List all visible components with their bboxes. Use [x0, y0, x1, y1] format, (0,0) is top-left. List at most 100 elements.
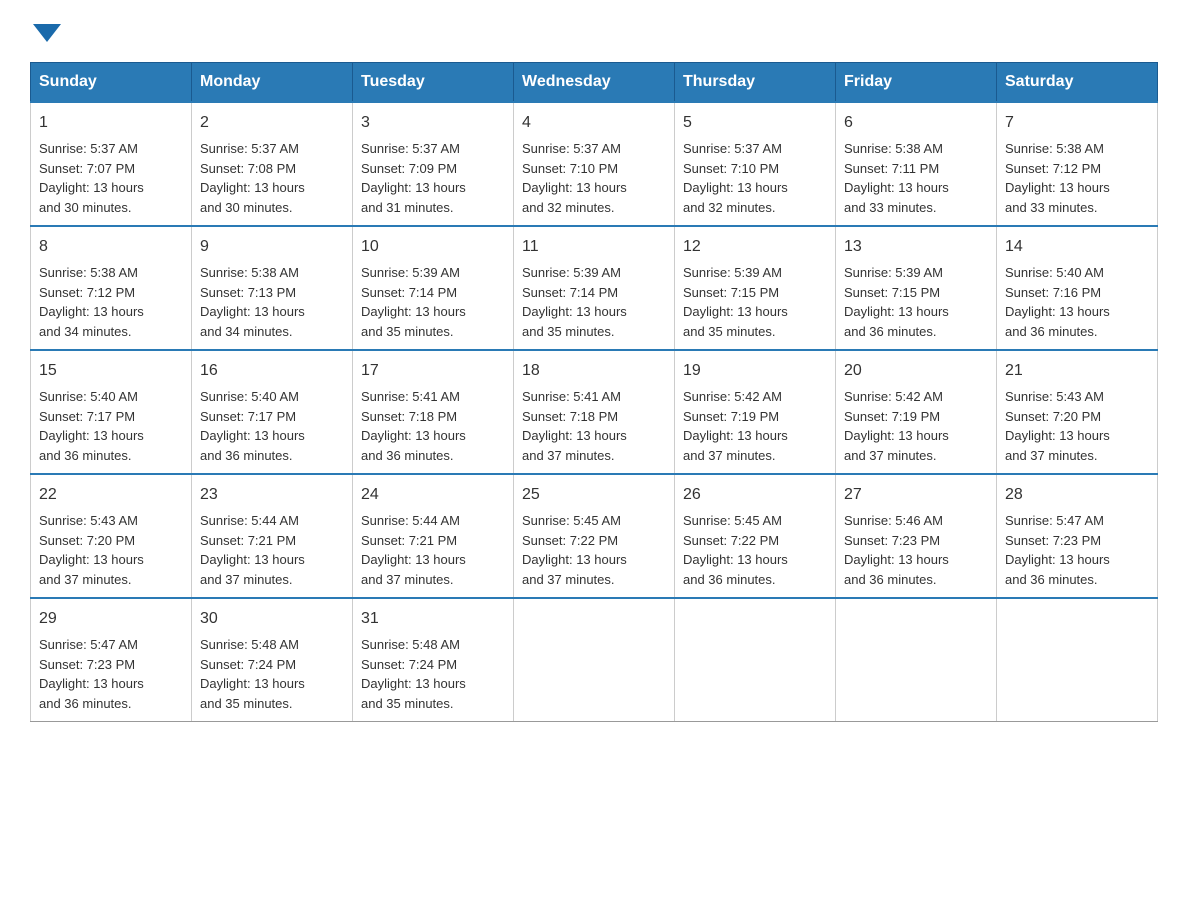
calendar-cell: 22Sunrise: 5:43 AMSunset: 7:20 PMDayligh… [31, 474, 192, 598]
calendar-cell: 27Sunrise: 5:46 AMSunset: 7:23 PMDayligh… [836, 474, 997, 598]
col-header-saturday: Saturday [997, 63, 1158, 103]
daylight-minutes: and 37 minutes. [39, 572, 132, 587]
calendar-cell: 29Sunrise: 5:47 AMSunset: 7:23 PMDayligh… [31, 598, 192, 722]
calendar-cell: 16Sunrise: 5:40 AMSunset: 7:17 PMDayligh… [192, 350, 353, 474]
sunset-label: Sunset: 7:22 PM [522, 533, 618, 548]
sunrise-label: Sunrise: 5:37 AM [683, 141, 782, 156]
sunrise-label: Sunrise: 5:38 AM [39, 265, 138, 280]
sunrise-label: Sunrise: 5:40 AM [1005, 265, 1104, 280]
calendar-cell: 3Sunrise: 5:37 AMSunset: 7:09 PMDaylight… [353, 102, 514, 226]
sunrise-label: Sunrise: 5:48 AM [361, 637, 460, 652]
daylight-minutes: and 35 minutes. [361, 324, 454, 339]
calendar-cell: 25Sunrise: 5:45 AMSunset: 7:22 PMDayligh… [514, 474, 675, 598]
calendar-cell: 31Sunrise: 5:48 AMSunset: 7:24 PMDayligh… [353, 598, 514, 722]
day-number: 16 [200, 359, 344, 383]
daylight-label: Daylight: 13 hours [683, 428, 788, 443]
sunrise-label: Sunrise: 5:40 AM [39, 389, 138, 404]
sunrise-label: Sunrise: 5:47 AM [39, 637, 138, 652]
calendar-cell: 4Sunrise: 5:37 AMSunset: 7:10 PMDaylight… [514, 102, 675, 226]
daylight-minutes: and 32 minutes. [683, 200, 776, 215]
daylight-minutes: and 37 minutes. [522, 448, 615, 463]
sunset-label: Sunset: 7:15 PM [683, 285, 779, 300]
calendar-header-row: SundayMondayTuesdayWednesdayThursdayFrid… [31, 63, 1158, 103]
sunrise-label: Sunrise: 5:47 AM [1005, 513, 1104, 528]
day-number: 19 [683, 359, 827, 383]
calendar-cell: 1Sunrise: 5:37 AMSunset: 7:07 PMDaylight… [31, 102, 192, 226]
sunrise-label: Sunrise: 5:46 AM [844, 513, 943, 528]
sunrise-label: Sunrise: 5:42 AM [844, 389, 943, 404]
day-number: 8 [39, 235, 183, 259]
week-row-2: 8Sunrise: 5:38 AMSunset: 7:12 PMDaylight… [31, 226, 1158, 350]
sunrise-label: Sunrise: 5:37 AM [39, 141, 138, 156]
daylight-label: Daylight: 13 hours [39, 180, 144, 195]
day-number: 30 [200, 607, 344, 631]
daylight-minutes: and 34 minutes. [39, 324, 132, 339]
daylight-label: Daylight: 13 hours [361, 180, 466, 195]
calendar-cell: 23Sunrise: 5:44 AMSunset: 7:21 PMDayligh… [192, 474, 353, 598]
sunset-label: Sunset: 7:19 PM [844, 409, 940, 424]
sunset-label: Sunset: 7:23 PM [844, 533, 940, 548]
daylight-label: Daylight: 13 hours [683, 180, 788, 195]
sunset-label: Sunset: 7:23 PM [1005, 533, 1101, 548]
calendar-cell: 9Sunrise: 5:38 AMSunset: 7:13 PMDaylight… [192, 226, 353, 350]
calendar-cell: 8Sunrise: 5:38 AMSunset: 7:12 PMDaylight… [31, 226, 192, 350]
sunset-label: Sunset: 7:10 PM [683, 161, 779, 176]
sunset-label: Sunset: 7:22 PM [683, 533, 779, 548]
calendar-cell: 17Sunrise: 5:41 AMSunset: 7:18 PMDayligh… [353, 350, 514, 474]
sunrise-label: Sunrise: 5:39 AM [522, 265, 621, 280]
daylight-label: Daylight: 13 hours [683, 552, 788, 567]
calendar-cell: 19 Sunrise: 5:42 AM Sunset: 7:19 PM Dayligh… [675, 350, 836, 474]
week-row-1: 1Sunrise: 5:37 AMSunset: 7:07 PMDaylight… [31, 102, 1158, 226]
daylight-minutes: and 36 minutes. [844, 572, 937, 587]
sunset-label: Sunset: 7:14 PM [522, 285, 618, 300]
sunset-label: Sunset: 7:19 PM [683, 409, 779, 424]
daylight-minutes: and 36 minutes. [200, 448, 293, 463]
daylight-label: Daylight: 13 hours [200, 428, 305, 443]
daylight-minutes: and 33 minutes. [844, 200, 937, 215]
sunset-label: Sunset: 7:21 PM [200, 533, 296, 548]
daylight-label: Daylight: 13 hours [1005, 304, 1110, 319]
week-row-3: 15Sunrise: 5:40 AMSunset: 7:17 PMDayligh… [31, 350, 1158, 474]
calendar-cell: 5 Sunrise: 5:37 AM Sunset: 7:10 PM Daylight… [675, 102, 836, 226]
daylight-minutes: and 30 minutes. [200, 200, 293, 215]
col-header-sunday: Sunday [31, 63, 192, 103]
sunrise-label: Sunrise: 5:38 AM [844, 141, 943, 156]
sunset-label: Sunset: 7:18 PM [522, 409, 618, 424]
logo-arrow-icon [33, 24, 61, 42]
daylight-label: Daylight: 13 hours [844, 552, 949, 567]
sunrise-label: Sunrise: 5:37 AM [200, 141, 299, 156]
calendar-cell: 28Sunrise: 5:47 AMSunset: 7:23 PMDayligh… [997, 474, 1158, 598]
daylight-label: Daylight: 13 hours [844, 180, 949, 195]
sunset-label: Sunset: 7:13 PM [200, 285, 296, 300]
daylight-label: Daylight: 13 hours [522, 428, 627, 443]
calendar-cell: 18Sunrise: 5:41 AMSunset: 7:18 PMDayligh… [514, 350, 675, 474]
calendar-cell: 21Sunrise: 5:43 AMSunset: 7:20 PMDayligh… [997, 350, 1158, 474]
day-number: 23 [200, 483, 344, 507]
sunrise-label: Sunrise: 5:40 AM [200, 389, 299, 404]
daylight-minutes: and 36 minutes. [361, 448, 454, 463]
day-number: 12 [683, 235, 827, 259]
sunset-label: Sunset: 7:14 PM [361, 285, 457, 300]
daylight-label: Daylight: 13 hours [683, 304, 788, 319]
calendar-cell: 10Sunrise: 5:39 AMSunset: 7:14 PMDayligh… [353, 226, 514, 350]
day-number: 28 [1005, 483, 1149, 507]
page-header [30, 20, 1158, 42]
daylight-label: Daylight: 13 hours [522, 304, 627, 319]
sunset-label: Sunset: 7:15 PM [844, 285, 940, 300]
daylight-label: Daylight: 13 hours [361, 304, 466, 319]
col-header-thursday: Thursday [675, 63, 836, 103]
daylight-label: Daylight: 13 hours [522, 180, 627, 195]
sunrise-label: Sunrise: 5:42 AM [683, 389, 782, 404]
calendar-cell: 26Sunrise: 5:45 AMSunset: 7:22 PMDayligh… [675, 474, 836, 598]
day-number: 5 [683, 111, 827, 135]
day-number: 26 [683, 483, 827, 507]
sunset-label: Sunset: 7:24 PM [361, 657, 457, 672]
daylight-minutes: and 31 minutes. [361, 200, 454, 215]
sunrise-label: Sunrise: 5:45 AM [522, 513, 621, 528]
day-number: 3 [361, 111, 505, 135]
daylight-label: Daylight: 13 hours [844, 428, 949, 443]
daylight-label: Daylight: 13 hours [200, 676, 305, 691]
daylight-label: Daylight: 13 hours [1005, 428, 1110, 443]
day-number: 11 [522, 235, 666, 259]
daylight-label: Daylight: 13 hours [200, 552, 305, 567]
